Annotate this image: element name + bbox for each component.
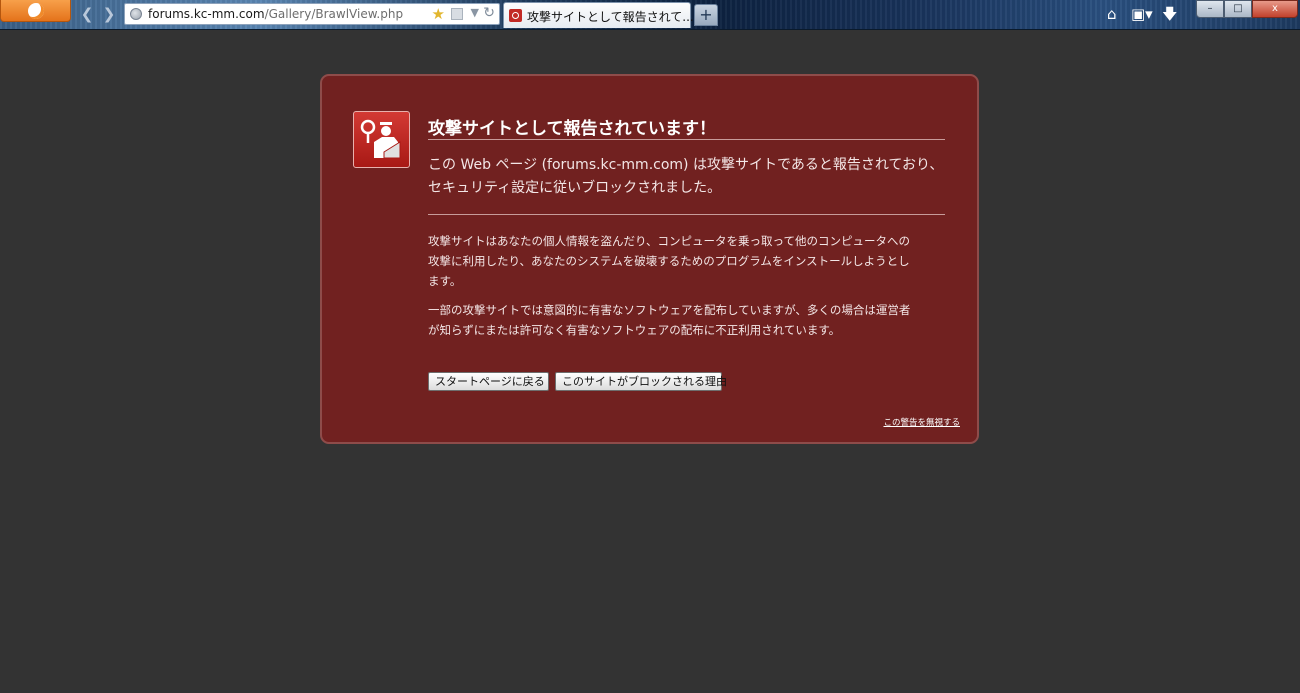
app-menu-button[interactable]: [0, 0, 71, 22]
url-text[interactable]: forums.kc-mm.com/Gallery/BrawlView.php: [148, 7, 403, 21]
divider: [428, 139, 945, 140]
divider: [428, 214, 945, 215]
site-identity-icon[interactable]: [130, 8, 142, 20]
go-to-start-page-button[interactable]: スタートページに戻る: [428, 372, 549, 391]
ignore-warning-link[interactable]: この警告を無視する: [883, 416, 960, 428]
warning-title: 攻撃サイトとして報告されています！: [428, 119, 716, 139]
page-action-icon[interactable]: [451, 8, 463, 20]
bookmark-star-icon[interactable]: ★: [432, 5, 445, 23]
policeman-stop-icon: [353, 111, 410, 168]
minimize-button[interactable]: –: [1196, 0, 1224, 18]
browser-toolbar: ❮ ❯ forums.kc-mm.com/Gallery/BrawlView.p…: [0, 0, 1300, 30]
window-controls: – □ x: [1196, 0, 1298, 18]
back-arrow-icon[interactable]: ❮: [78, 5, 96, 23]
warning-lead-text: この Web ページ (forums.kc-mm.com) は攻撃サイトであると…: [428, 157, 944, 196]
new-tab-button[interactable]: +: [694, 4, 718, 26]
close-button[interactable]: x: [1252, 0, 1298, 18]
warning-description-1: 攻撃サイトはあなたの個人情報を盗んだり、コンピュータを乗っ取って他のコンピュータ…: [428, 234, 910, 288]
blocked-site-favicon-icon: [509, 9, 522, 22]
firefox-logo-icon: [27, 2, 44, 19]
tab-title: 攻撃サイトとして報告されて...: [527, 10, 694, 24]
url-path: /Gallery/BrawlView.php: [264, 7, 404, 21]
maximize-button[interactable]: □: [1224, 0, 1252, 18]
tab-active[interactable]: 攻撃サイトとして報告されて...: [503, 2, 694, 28]
bookmarks-icon[interactable]: ▣▾: [1131, 6, 1153, 22]
download-arrow-icon[interactable]: 🡇: [1162, 6, 1177, 22]
home-icon[interactable]: ⌂: [1107, 6, 1117, 22]
attack-site-warning-panel: 攻撃サイトとして報告されています！ この Web ページ (forums.kc-…: [320, 74, 979, 444]
address-bar[interactable]: forums.kc-mm.com/Gallery/BrawlView.php ★…: [124, 3, 500, 25]
forward-arrow-icon[interactable]: ❯: [100, 5, 118, 23]
history-dropdown-icon[interactable]: ▼: [471, 6, 479, 19]
warning-description-2: 一部の攻撃サイトでは意図的に有害なソフトウェアを配布していますが、多くの場合は運…: [428, 303, 911, 337]
url-host: forums.kc-mm.com: [148, 7, 265, 21]
reload-icon[interactable]: ↻: [483, 5, 495, 21]
why-blocked-button[interactable]: このサイトがブロックされる理由: [555, 372, 727, 391]
